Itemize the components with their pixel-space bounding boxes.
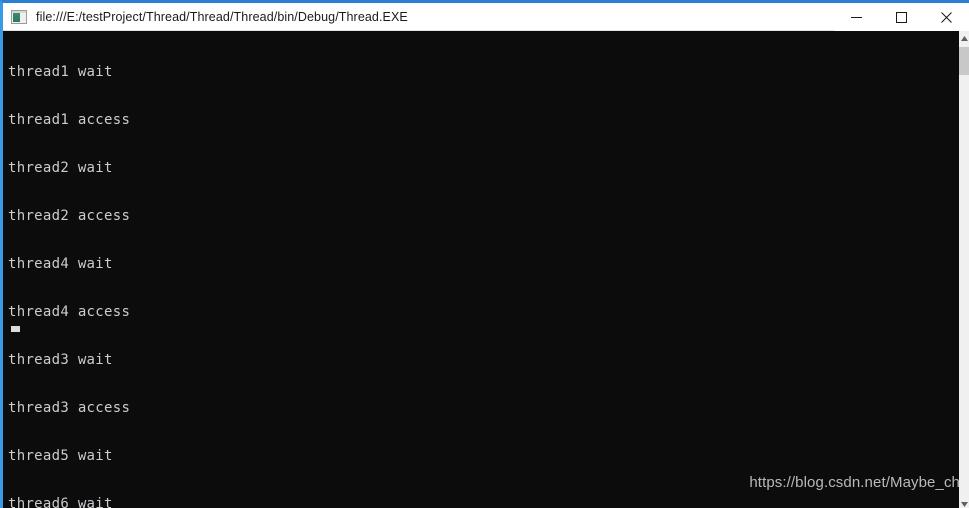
console-window-icon	[11, 9, 27, 24]
console-window: file:///E:/testProject/Thread/Thread/Thr…	[0, 0, 969, 508]
close-button[interactable]	[924, 3, 969, 31]
console-line: thread3 wait	[8, 352, 113, 368]
block-cursor	[11, 326, 20, 332]
console-line: thread2 wait	[8, 160, 113, 176]
window-title: file:///E:/testProject/Thread/Thread/Thr…	[36, 9, 408, 24]
console-output-area[interactable]: thread1 wait thread1 access thread2 wait…	[3, 31, 962, 508]
scroll-down-arrow-icon	[960, 501, 968, 507]
console-line: thread4 wait	[8, 256, 113, 272]
maximize-button[interactable]	[879, 3, 924, 31]
close-icon	[941, 11, 952, 23]
console-line: thread5 wait	[8, 448, 113, 464]
console-line: thread4 access	[8, 304, 131, 320]
scroll-up-button[interactable]	[959, 31, 969, 45]
console-text: thread1 wait thread1 access thread2 wait…	[8, 32, 139, 508]
console-line: thread1 access	[8, 112, 131, 128]
minimize-button[interactable]	[834, 3, 879, 31]
scrollbar-thumb[interactable]	[959, 47, 969, 75]
console-line: thread3 access	[8, 400, 131, 416]
scroll-down-button[interactable]	[959, 497, 969, 508]
console-line: thread2 access	[8, 208, 131, 224]
minimize-icon	[851, 16, 862, 18]
vertical-scrollbar[interactable]	[959, 31, 969, 508]
title-bar[interactable]: file:///E:/testProject/Thread/Thread/Thr…	[3, 3, 969, 31]
maximize-icon	[896, 11, 907, 23]
watermark-text: https://blog.csdn.net/Maybe_ch	[749, 474, 960, 491]
window-controls	[834, 3, 969, 31]
console-line: thread1 wait	[8, 64, 113, 80]
scroll-up-arrow-icon	[960, 35, 968, 41]
console-line: thread6 wait	[8, 496, 113, 508]
